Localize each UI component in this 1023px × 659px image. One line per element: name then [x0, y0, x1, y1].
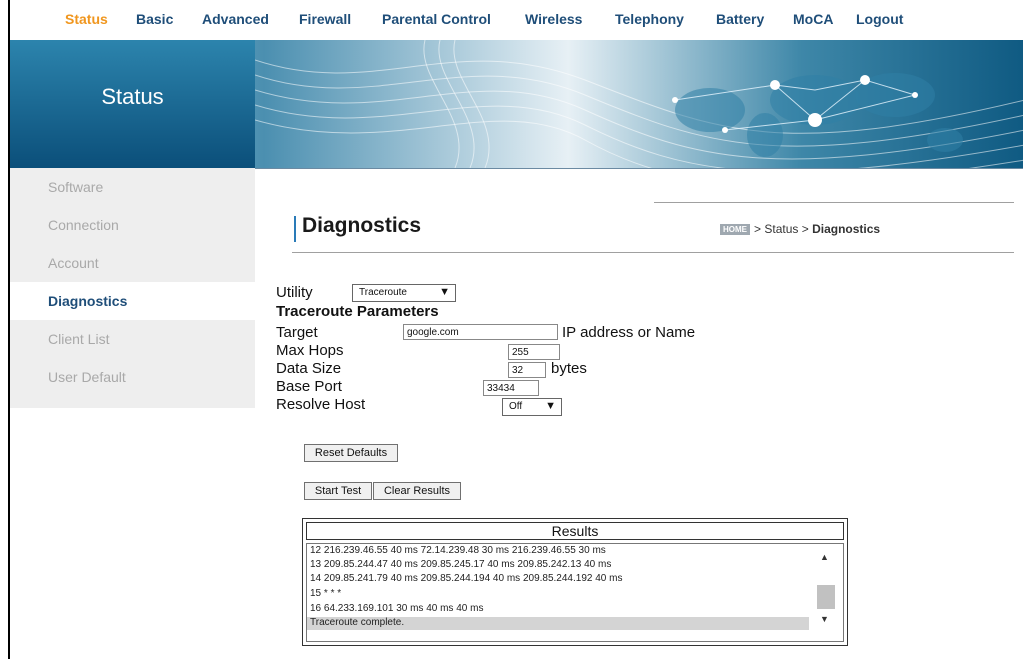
reset-defaults-button[interactable]: Reset Defaults [304, 444, 398, 462]
banner-title: Status [101, 84, 164, 109]
nav-wireless[interactable]: Wireless [525, 11, 582, 27]
top-nav: Status Basic Advanced Firewall Parental … [10, 0, 1023, 40]
divider [292, 252, 1014, 253]
base-port-label: Base Port [276, 378, 342, 395]
chevron-down-icon: ▼ [439, 286, 450, 298]
sidebar-item-connection[interactable]: Connection [10, 206, 255, 244]
sidebar-item-label: Diagnostics [48, 293, 128, 309]
sidebar-item-label: Connection [48, 217, 119, 233]
result-line: 14 209.85.241.79 40 ms 209.85.244.194 40… [310, 573, 623, 584]
target-input[interactable]: google.com [403, 324, 558, 340]
result-line: Traceroute complete. [307, 617, 809, 630]
title-accent [294, 216, 296, 242]
results-scrollbar[interactable]: ▲ ▼ [812, 545, 840, 641]
result-line: 16 64.233.169.101 30 ms 40 ms 40 ms [310, 603, 484, 614]
sidebar-item-label: Client List [48, 331, 110, 347]
resolve-host-value: Off [509, 401, 523, 412]
breadcrumb-sep: > [801, 222, 809, 236]
breadcrumb: HOME > Status > Diagnostics [720, 222, 880, 236]
target-label: Target [276, 324, 318, 341]
home-icon[interactable]: HOME [720, 224, 750, 236]
data-size-label: Data Size [276, 360, 342, 377]
nav-battery[interactable]: Battery [716, 11, 764, 27]
breadcrumb-current: Diagnostics [812, 222, 881, 236]
sidebar-item-user-default[interactable]: User Default [10, 358, 255, 396]
banner-title-block: Status [10, 40, 255, 168]
max-hops-label: Max Hops [276, 342, 344, 359]
breadcrumb-sep: > [754, 222, 762, 236]
page-frame: Status Basic Advanced Firewall Parental … [8, 0, 1023, 659]
nav-basic[interactable]: Basic [136, 11, 173, 27]
sidebar-item-software[interactable]: Software [10, 168, 255, 206]
nav-advanced[interactable]: Advanced [202, 11, 269, 27]
nav-logout[interactable]: Logout [856, 11, 903, 27]
utility-select[interactable]: Traceroute ▼ [352, 284, 456, 302]
sidebar-item-label: Account [48, 255, 99, 271]
nav-parental-control[interactable]: Parental Control [382, 11, 491, 27]
breadcrumb-parent[interactable]: Status [764, 222, 798, 236]
resolve-host-select[interactable]: Off ▼ [502, 398, 562, 416]
results-header: Results [306, 522, 844, 540]
nav-moca[interactable]: MoCA [793, 11, 833, 27]
nav-firewall[interactable]: Firewall [299, 11, 351, 27]
result-line: 12 216.239.46.55 40 ms 72.14.239.48 30 m… [310, 545, 606, 556]
result-line: 13 209.85.244.47 40 ms 209.85.245.17 40 … [310, 559, 612, 570]
chevron-down-icon: ▼ [545, 400, 556, 412]
target-hint: IP address or Name [562, 324, 696, 341]
data-size-unit: bytes [551, 360, 587, 377]
world-map-graphic [255, 40, 1023, 168]
nav-telephony[interactable]: Telephony [615, 11, 684, 27]
results-panel: Results 12 216.239.46.55 40 ms 72.14.239… [302, 518, 848, 646]
arrow-up-icon[interactable]: ▲ [820, 552, 829, 562]
sidebar-item-label: User Default [48, 369, 126, 385]
max-hops-input[interactable]: 255 [508, 344, 560, 360]
sidebar-item-account[interactable]: Account [10, 244, 255, 282]
section-title: Traceroute Parameters [276, 303, 439, 320]
start-test-button[interactable]: Start Test [304, 482, 372, 500]
scrollbar-thumb[interactable] [817, 585, 835, 609]
sidebar-item-diagnostics[interactable]: Diagnostics [10, 282, 255, 320]
clear-results-button[interactable]: Clear Results [373, 482, 461, 500]
sidebar: Software Connection Account Diagnostics … [10, 168, 255, 408]
divider [654, 202, 1014, 203]
arrow-down-icon[interactable]: ▼ [820, 614, 829, 624]
base-port-input[interactable]: 33434 [483, 380, 539, 396]
header-banner: Status [10, 40, 1023, 169]
nav-status[interactable]: Status [65, 11, 108, 27]
utility-select-value: Traceroute [359, 287, 407, 298]
result-line: 15 * * * [310, 588, 342, 599]
results-textarea[interactable]: 12 216.239.46.55 40 ms 72.14.239.48 30 m… [306, 543, 844, 642]
data-size-input[interactable]: 32 [508, 362, 546, 378]
page-title: Diagnostics [302, 214, 422, 237]
utility-label: Utility [276, 284, 313, 301]
resolve-host-label: Resolve Host [276, 396, 366, 413]
sidebar-item-label: Software [48, 179, 104, 195]
sidebar-item-client-list[interactable]: Client List [10, 320, 255, 358]
